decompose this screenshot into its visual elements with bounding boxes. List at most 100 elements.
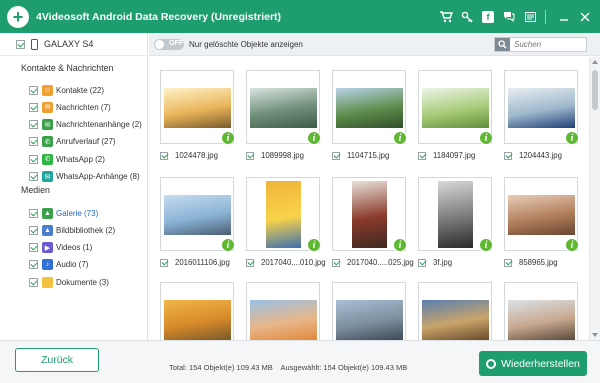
info-icon[interactable]: i (479, 131, 493, 145)
scroll-down-arrow-icon[interactable] (592, 333, 598, 337)
photo-thumbnail[interactable]: i (332, 177, 407, 252)
category-checkbox[interactable] (29, 172, 38, 181)
sidebar-category-item[interactable]: ✆ Anrufverlauf (27) (29, 135, 116, 149)
photo-thumbnail[interactable]: i (332, 70, 407, 145)
category-checkbox[interactable] (29, 208, 38, 218)
photo-thumbnail[interactable]: i (418, 177, 493, 252)
info-icon[interactable]: i (565, 238, 579, 252)
info-icon[interactable]: i (221, 238, 235, 252)
photo-thumbnail[interactable]: i (504, 282, 578, 340)
call-log-icon: ✆ (42, 136, 53, 148)
recover-button[interactable]: Wiederherstellen (479, 351, 587, 376)
category-checkbox[interactable] (29, 102, 38, 112)
grid-scrollbar[interactable] (589, 57, 600, 340)
category-checkbox[interactable] (29, 243, 38, 253)
photo-thumbnail[interactable]: i (160, 177, 235, 252)
info-icon[interactable]: i (221, 131, 235, 145)
info-icon[interactable]: i (393, 238, 407, 252)
photo-thumbnail[interactable]: i (246, 70, 321, 145)
documents-icon (42, 276, 53, 288)
category-label: Videos (1) (56, 243, 93, 253)
deleted-only-toggle[interactable]: OFF (154, 38, 184, 50)
photo-image (164, 88, 231, 128)
category-checkbox[interactable] (29, 120, 38, 130)
status-summary: Total: 154 Objekt(e) 109.43 MB Ausgewähl… (169, 363, 413, 372)
photo-checkbox[interactable] (504, 151, 512, 160)
window-title: 4Videosoft Android Data Recovery (Unregi… (36, 10, 282, 23)
category-checkbox[interactable] (29, 260, 38, 270)
photo-checkbox[interactable] (246, 151, 254, 160)
sidebar-category-item[interactable]: ♪ Audio (7) (29, 258, 88, 272)
sidebar-category-item[interactable]: ▶ Videos (1) (29, 241, 92, 255)
key-icon[interactable] (458, 8, 476, 26)
scrollbar-thumb[interactable] (592, 70, 598, 110)
category-checkbox[interactable] (29, 225, 38, 235)
sidebar-category-item[interactable]: ✆ WhatsApp (2) (29, 152, 105, 166)
photo-thumbnail[interactable]: i (418, 282, 492, 340)
photo-caption: 3f.jpg (418, 257, 508, 268)
title-bar-divider (545, 9, 546, 24)
search-input[interactable] (510, 40, 584, 49)
sidebar-category-item[interactable]: ▲ Galerie (73) (29, 206, 98, 220)
device-row[interactable]: GALAXY S4 (0, 33, 148, 56)
sidebar-category-item[interactable]: ✉ Nachrichten (7) (29, 100, 111, 114)
sidebar-category-item[interactable]: ✉ WhatsApp-Anhänge (8) (29, 170, 140, 184)
photo-checkbox[interactable] (160, 258, 168, 267)
photo-thumbnail[interactable]: i (246, 177, 321, 252)
photo-image (422, 300, 489, 340)
photo-thumbnail[interactable]: i (418, 70, 493, 145)
device-checkbox[interactable] (16, 39, 25, 49)
chat-icon[interactable] (500, 8, 518, 26)
photo-filename: 1089998.jpg (261, 151, 304, 160)
photo-thumbnail[interactable]: i (332, 282, 406, 340)
photo-caption: 1104715.jpg (332, 150, 422, 161)
whatsapp-attachments-icon: ✉ (42, 171, 53, 182)
photo-thumbnail[interactable]: i (504, 70, 579, 145)
scroll-up-arrow-icon[interactable] (592, 60, 598, 64)
info-icon[interactable]: i (393, 131, 407, 145)
photo-checkbox[interactable] (246, 258, 254, 267)
search-icon[interactable] (495, 38, 510, 51)
info-icon[interactable]: i (307, 131, 321, 145)
category-checkbox[interactable] (29, 277, 38, 287)
photo-checkbox[interactable] (418, 258, 426, 267)
category-checkbox[interactable] (29, 154, 38, 164)
photo-grid: i 1024478.jpg i 1089998.jpg i 1104715.jpg i 118… (149, 57, 588, 340)
category-checkbox[interactable] (29, 85, 38, 95)
info-icon[interactable]: i (307, 238, 321, 252)
photo-checkbox[interactable] (332, 151, 340, 160)
sidebar-category-item[interactable]: ☺ Kontakte (22) (29, 83, 104, 97)
photo-filename: 2017040.....025.jpg (347, 258, 414, 267)
back-button[interactable]: Zurück (15, 348, 99, 372)
device-name: GALAXY S4 (44, 39, 94, 49)
photo-checkbox[interactable] (332, 258, 340, 267)
photo-checkbox[interactable] (504, 258, 512, 267)
photo-caption: 1089998.jpg (246, 150, 336, 161)
whatsapp-icon: ✆ (42, 153, 53, 165)
photo-image (422, 88, 489, 128)
photo-thumbnail[interactable]: i (504, 177, 579, 252)
menu-icon[interactable] (521, 8, 539, 26)
title-bar-icons: f (434, 0, 594, 33)
facebook-icon[interactable]: f (482, 10, 494, 23)
cart-icon[interactable] (437, 8, 455, 26)
info-icon[interactable]: i (479, 238, 493, 252)
title-bar: + 4Videosoft Android Data Recovery (Unre… (0, 0, 600, 33)
gallery-icon: ▲ (42, 207, 53, 219)
recover-label: Wiederherstellen (501, 357, 580, 370)
photo-thumbnail[interactable]: i (160, 282, 234, 340)
sidebar-category-item[interactable]: Dokumente (3) (29, 275, 109, 289)
photo-image (250, 88, 317, 128)
photo-filename: 3f.jpg (433, 258, 453, 267)
photo-thumbnail[interactable]: i (160, 70, 235, 145)
sidebar-category-item[interactable]: ✉ Nachrichtenanhänge (2) (29, 118, 142, 132)
category-checkbox[interactable] (29, 137, 38, 147)
minimize-icon[interactable] (555, 8, 573, 26)
sidebar-category-item[interactable]: ▲ Bildbibliothek (2) (29, 223, 115, 237)
photo-thumbnail[interactable]: i (246, 282, 320, 340)
close-icon[interactable] (576, 8, 594, 26)
photo-checkbox[interactable] (418, 151, 426, 160)
photo-caption: 858965.jpg (504, 257, 588, 268)
photo-checkbox[interactable] (160, 151, 168, 160)
info-icon[interactable]: i (565, 131, 579, 145)
